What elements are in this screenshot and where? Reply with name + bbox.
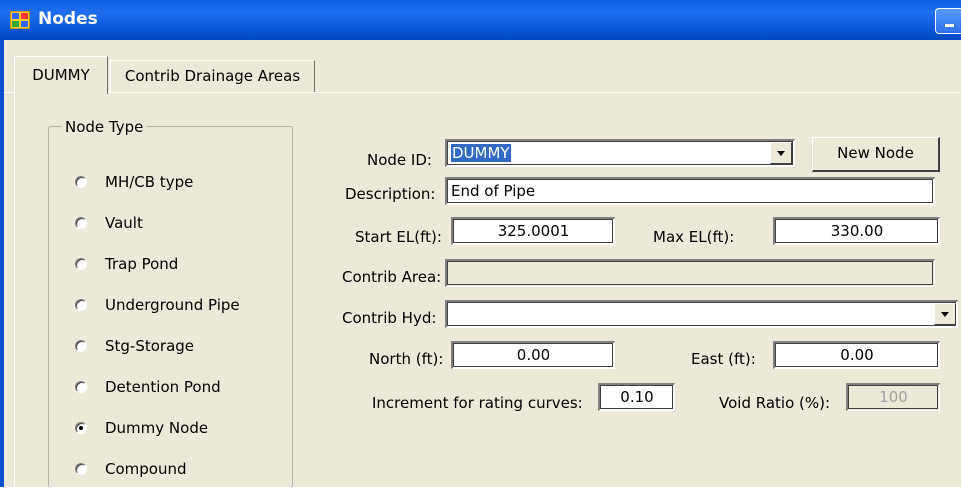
node-id-dropdown-icon[interactable] bbox=[770, 142, 792, 164]
app-icon bbox=[10, 11, 30, 29]
start-el-field[interactable]: 325.0001 bbox=[451, 217, 615, 245]
radio-label: Vault bbox=[105, 214, 143, 232]
radio-dot bbox=[75, 340, 87, 352]
contrib-hyd-combo[interactable] bbox=[445, 300, 958, 328]
increment-field[interactable]: 0.10 bbox=[598, 383, 675, 411]
east-label: East (ft): bbox=[691, 350, 756, 368]
radio-dot bbox=[75, 381, 87, 393]
max-el-field[interactable]: 330.00 bbox=[773, 217, 940, 245]
radio-dot bbox=[75, 176, 87, 188]
radio-dot bbox=[75, 463, 87, 475]
radio-label: Compound bbox=[105, 460, 187, 478]
tab-dummy[interactable]: DUMMY bbox=[14, 56, 108, 94]
east-field[interactable]: 0.00 bbox=[773, 341, 940, 369]
radio-dot bbox=[75, 217, 87, 229]
radio-label: MH/CB type bbox=[105, 173, 194, 191]
radio-label: Trap Pond bbox=[105, 255, 179, 273]
contrib-hyd-label: Contrib Hyd: bbox=[342, 309, 437, 327]
contrib-area-field bbox=[445, 259, 935, 287]
radio-label: Dummy Node bbox=[105, 419, 209, 437]
description-label: Description: bbox=[345, 185, 436, 203]
radio-label: Detention Pond bbox=[105, 378, 221, 396]
description-field[interactable]: End of Pipe bbox=[445, 177, 935, 205]
increment-label: Increment for rating curves: bbox=[372, 394, 583, 412]
contrib-area-label: Contrib Area: bbox=[342, 268, 442, 286]
radio-label: Stg-Storage bbox=[105, 337, 195, 355]
title-bar[interactable]: Nodes bbox=[0, 0, 961, 40]
node-type-label: Node Type bbox=[62, 118, 147, 136]
max-el-label: Max EL(ft): bbox=[653, 228, 735, 246]
node-id-label: Node ID: bbox=[367, 151, 432, 169]
contrib-hyd-dropdown-icon[interactable] bbox=[934, 303, 956, 325]
radio-dot-selected bbox=[75, 422, 87, 434]
tab-contrib-drainage-areas[interactable]: Contrib Drainage Areas bbox=[110, 60, 315, 92]
start-el-label: Start EL(ft): bbox=[355, 228, 442, 246]
north-field[interactable]: 0.00 bbox=[451, 341, 615, 369]
minimize-icon bbox=[945, 24, 954, 27]
radio-dot bbox=[75, 258, 87, 270]
radio-label: Underground Pipe bbox=[105, 296, 240, 314]
void-ratio-field: 100 bbox=[846, 383, 940, 411]
new-node-button[interactable]: New Node bbox=[812, 137, 940, 172]
window-title: Nodes bbox=[38, 9, 98, 29]
radio-dot bbox=[75, 299, 87, 311]
north-label: North (ft): bbox=[369, 350, 444, 368]
void-ratio-label: Void Ratio (%): bbox=[719, 394, 831, 412]
minimize-button[interactable] bbox=[935, 8, 961, 34]
node-id-combo[interactable]: DUMMY bbox=[445, 139, 795, 167]
node-id-value: DUMMY bbox=[451, 144, 511, 162]
